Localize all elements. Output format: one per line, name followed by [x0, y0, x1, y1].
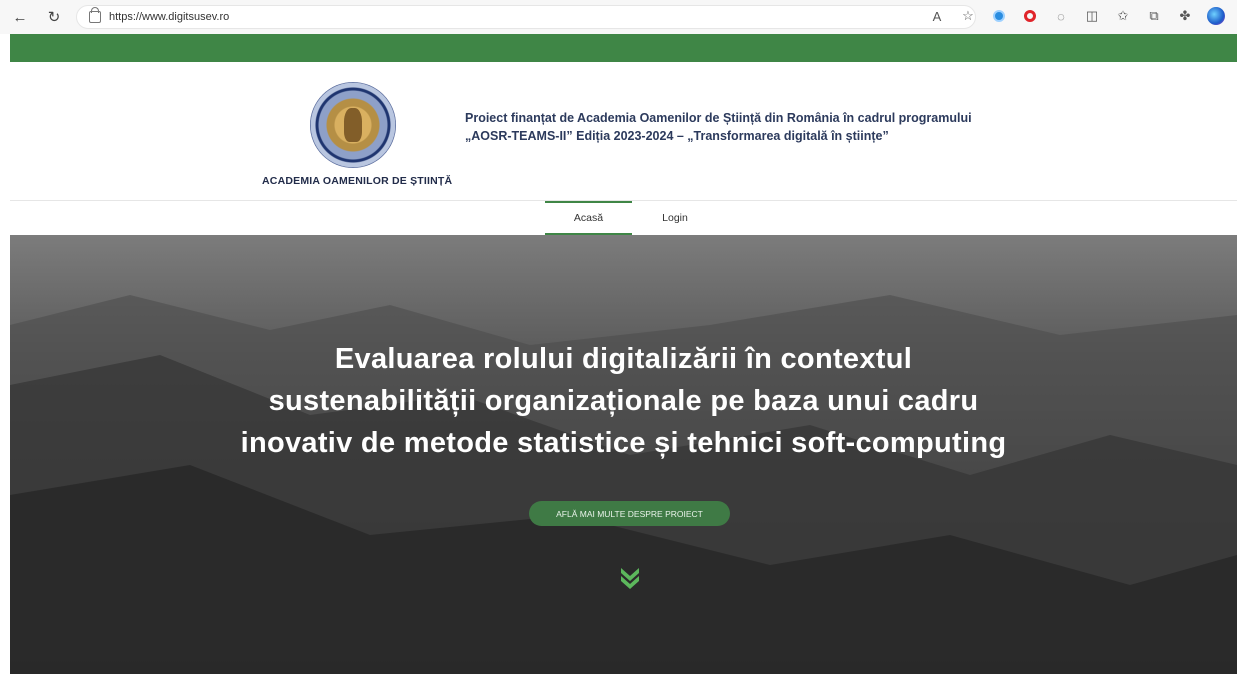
learn-more-button[interactable]: AFLĂ MAI MULTE DESPRE PROIECT: [529, 501, 730, 526]
browser-extension-icons: A ☆ ◌ ◫ ✩ ⧉ ✤: [928, 7, 1225, 25]
site-header: ACADEMIA OAMENILOR DE ȘTIINȚĂ Proiect fi…: [10, 62, 1237, 200]
main-nav: Acasă Login: [10, 200, 1237, 235]
hero-section: Evaluarea rolului digitalizării în conte…: [10, 235, 1237, 674]
browser-toolbar: ← ↻ https://www.digitsusev.ro A ☆ ◌ ◫ ✩ …: [0, 0, 1237, 34]
scroll-down-chevron-icon[interactable]: [620, 567, 640, 589]
opera-icon[interactable]: [1021, 7, 1039, 25]
hero-title-line-1: Evaluarea rolului digitalizării în conte…: [334, 343, 913, 375]
funding-statement: Proiect finanțat de Academia Oamenilor d…: [465, 109, 1025, 145]
extensions-icon[interactable]: ✤: [1176, 7, 1194, 25]
nav-item-login[interactable]: Login: [640, 201, 710, 235]
profile-icon[interactable]: [1207, 7, 1225, 25]
hero-title: Evaluarea rolului digitalizării în conte…: [10, 338, 1237, 464]
reload-icon[interactable]: ↻: [42, 5, 66, 29]
back-arrow-icon[interactable]: ←: [8, 5, 32, 29]
url-text[interactable]: https://www.digitsusev.ro: [109, 11, 229, 23]
hero-title-line-3: inovativ de metode statistice și tehnici…: [240, 427, 1007, 459]
funding-line-2: „AOSR-TEAMS-II” Ediția 2023-2024 – „Tran…: [465, 129, 889, 143]
academy-name: ACADEMIA OAMENILOR DE ȘTIINȚĂ: [262, 175, 453, 187]
favorites-icon[interactable]: ✩: [1114, 7, 1132, 25]
hero-title-line-2: sustenabilității organizaționale pe baza…: [268, 385, 979, 417]
nav-item-home[interactable]: Acasă: [545, 201, 632, 235]
copilot-icon[interactable]: ◌: [1052, 7, 1070, 25]
seal-figure: [344, 108, 362, 142]
funding-line-1: Proiect finanțat de Academia Oamenilor d…: [465, 111, 972, 125]
lock-icon: [89, 7, 101, 23]
favorite-star-icon[interactable]: ☆: [959, 7, 977, 25]
academy-seal-logo[interactable]: [310, 82, 396, 168]
extension-blue-icon[interactable]: [990, 7, 1008, 25]
address-bar[interactable]: https://www.digitsusev.ro: [76, 5, 976, 29]
read-aloud-icon[interactable]: A: [928, 7, 946, 25]
top-green-band: [10, 34, 1237, 62]
collections-icon[interactable]: ⧉: [1145, 7, 1163, 25]
split-screen-icon[interactable]: ◫: [1083, 7, 1101, 25]
